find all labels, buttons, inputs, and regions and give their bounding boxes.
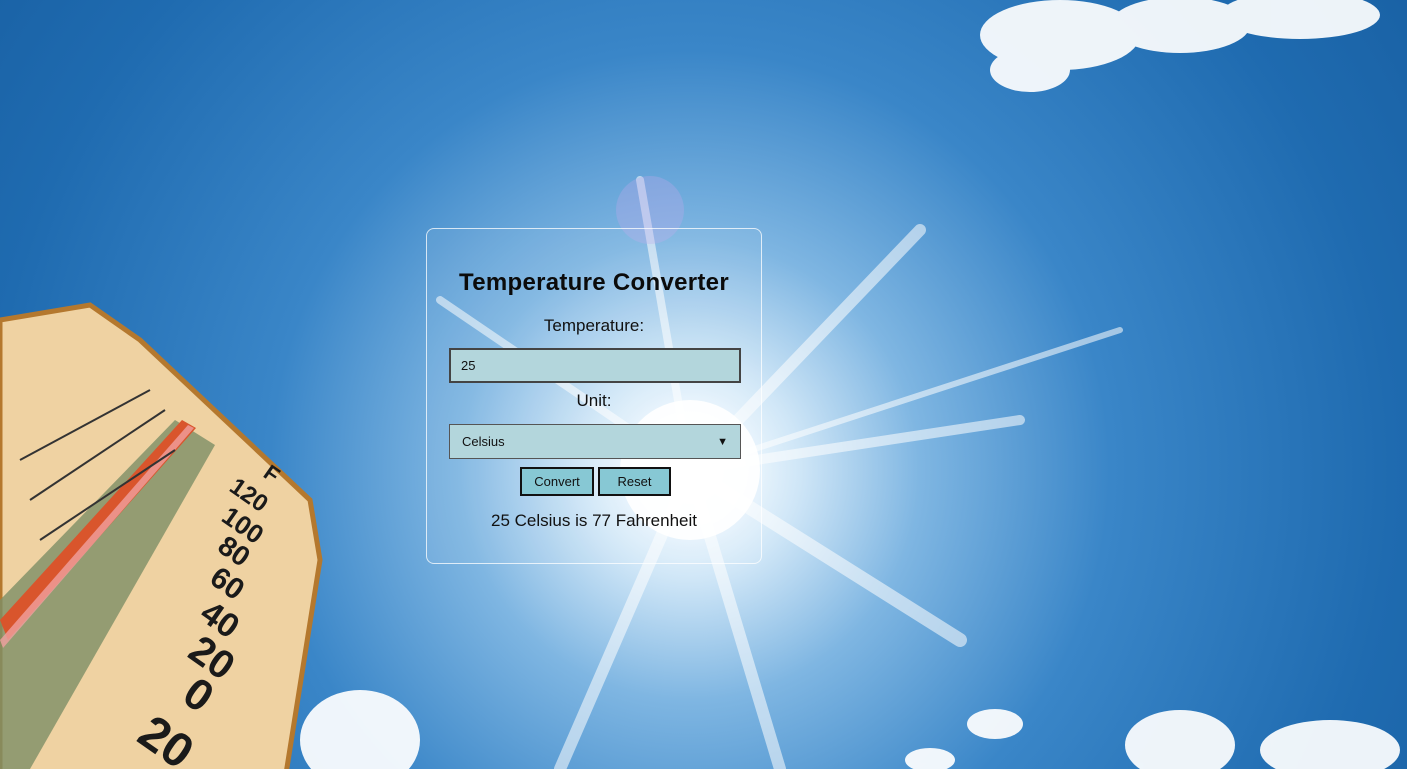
temperature-label: Temperature: [543, 316, 645, 335]
reset-button[interactable]: Reset [598, 467, 671, 496]
unit-label: Unit: [576, 391, 612, 410]
thermometer-image: F 120 100 80 60 40 20 0 20 [0, 302, 323, 769]
converter-card: Temperature Converter Temperature: Unit:… [426, 228, 762, 564]
temperature-input[interactable] [449, 348, 741, 383]
unit-select[interactable]: Celsius ▼ [449, 424, 741, 459]
page-title: Temperature Converter [459, 269, 729, 296]
chevron-down-icon: ▼ [717, 435, 728, 448]
convert-button[interactable]: Convert [520, 467, 594, 496]
result-text: 25 Celsius is 77 Fahrenheit [490, 511, 697, 530]
unit-selected-value: Celsius [462, 434, 505, 449]
